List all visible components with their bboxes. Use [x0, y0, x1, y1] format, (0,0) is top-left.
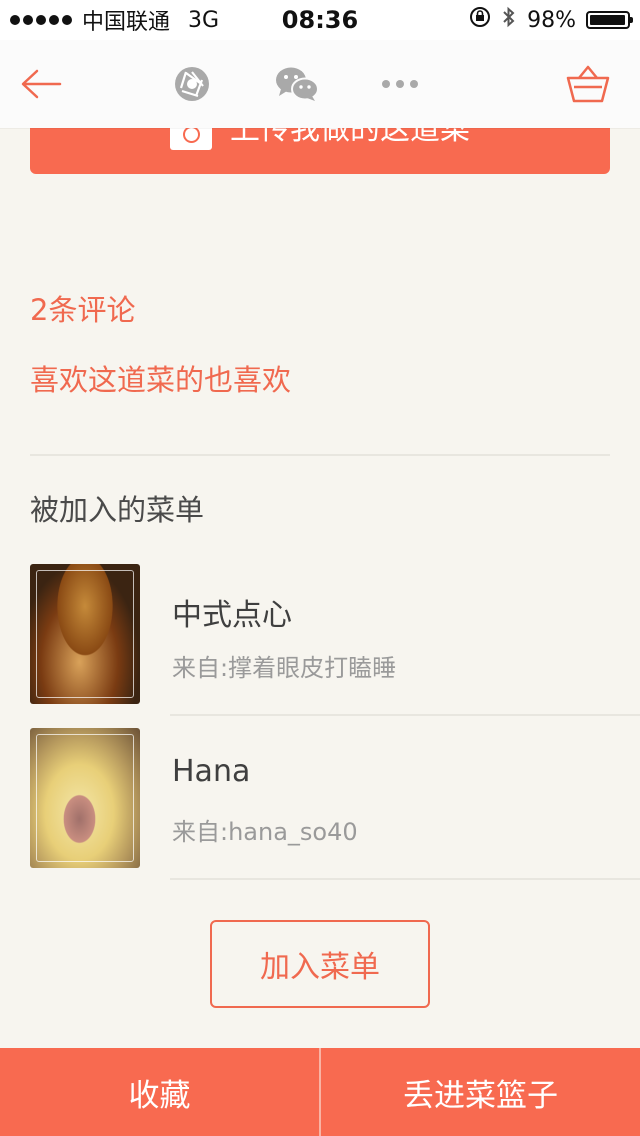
- favorite-button[interactable]: 收藏: [0, 1048, 319, 1136]
- more-icon[interactable]: [380, 78, 420, 90]
- rotation-lock-icon: [469, 6, 491, 34]
- also-like-link[interactable]: 喜欢这道菜的也喜欢: [30, 357, 291, 399]
- add-to-menu-button[interactable]: 加入菜单: [210, 920, 430, 1008]
- list-divider: [170, 714, 640, 716]
- status-bar: 中国联通 3G 08:36 98%: [0, 0, 640, 40]
- bottom-action-bar: 收藏 丢进菜篮子: [0, 1048, 640, 1136]
- comments-link[interactable]: 2条评论: [30, 287, 135, 329]
- menu-title: Hana: [172, 754, 251, 789]
- navigation-bar: [0, 40, 640, 128]
- battery-icon: [586, 11, 633, 29]
- carrier-name: 中国联通: [82, 10, 171, 35]
- back-arrow-icon[interactable]: [18, 62, 64, 106]
- bluetooth-icon: [501, 5, 517, 35]
- list-divider: [170, 878, 640, 880]
- battery-level: [590, 15, 626, 25]
- menu-author: 来自:hana_so40: [172, 818, 358, 846]
- add-to-basket-button[interactable]: 丢进菜篮子: [321, 1048, 640, 1136]
- menu-thumbnail: [30, 728, 140, 868]
- section-title: 被加入的菜单: [30, 493, 205, 527]
- menu-title: 中式点心: [172, 598, 292, 633]
- menu-author: 来自:撑着眼皮打瞌睡: [172, 654, 397, 682]
- battery-percentage: 98%: [527, 7, 576, 33]
- menu-list-item[interactable]: Hana 来自:hana_so40: [30, 728, 640, 880]
- menu-list-item[interactable]: 中式点心 来自:撑着眼皮打瞌睡: [30, 564, 640, 716]
- network-type: 3G: [188, 7, 220, 33]
- menu-thumbnail: [30, 564, 140, 704]
- camera-shutter-icon[interactable]: [172, 64, 212, 104]
- signal-strength-icon: [10, 15, 72, 25]
- wechat-icon[interactable]: [275, 65, 319, 103]
- basket-icon[interactable]: [565, 64, 611, 104]
- divider: [30, 454, 610, 456]
